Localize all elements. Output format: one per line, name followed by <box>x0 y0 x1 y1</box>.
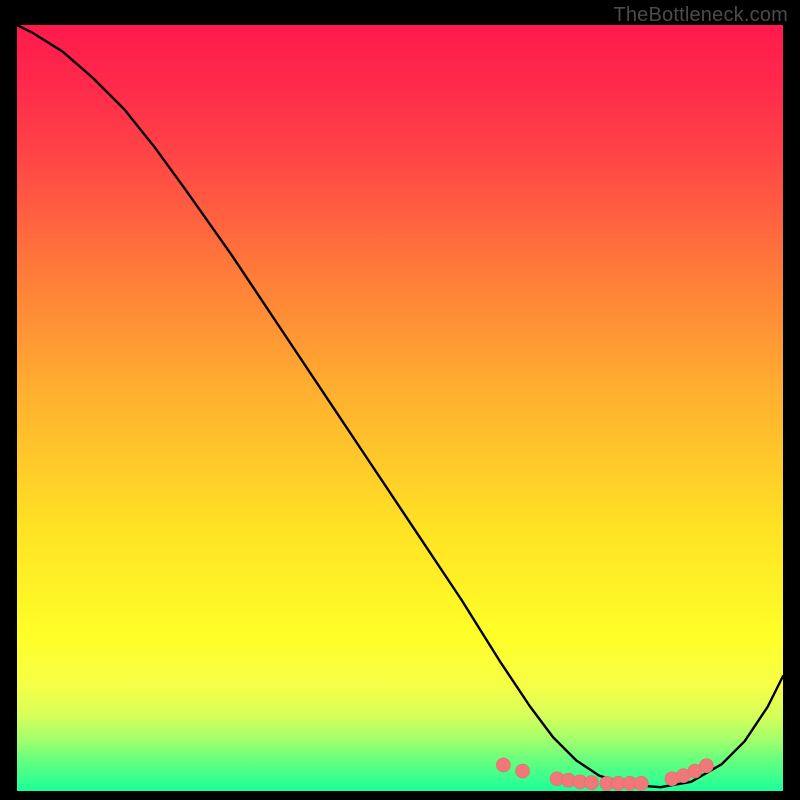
chart-svg <box>17 25 783 791</box>
data-point <box>585 776 599 790</box>
watermark-text: TheBottleneck.com <box>613 4 788 27</box>
data-point <box>634 776 648 790</box>
data-point <box>516 764 530 778</box>
bottleneck-curve <box>17 25 783 787</box>
chart-container: TheBottleneck.com <box>0 0 800 800</box>
marker-group <box>496 758 713 790</box>
data-point <box>699 759 713 773</box>
plot-area <box>17 25 783 791</box>
data-point <box>496 758 510 772</box>
